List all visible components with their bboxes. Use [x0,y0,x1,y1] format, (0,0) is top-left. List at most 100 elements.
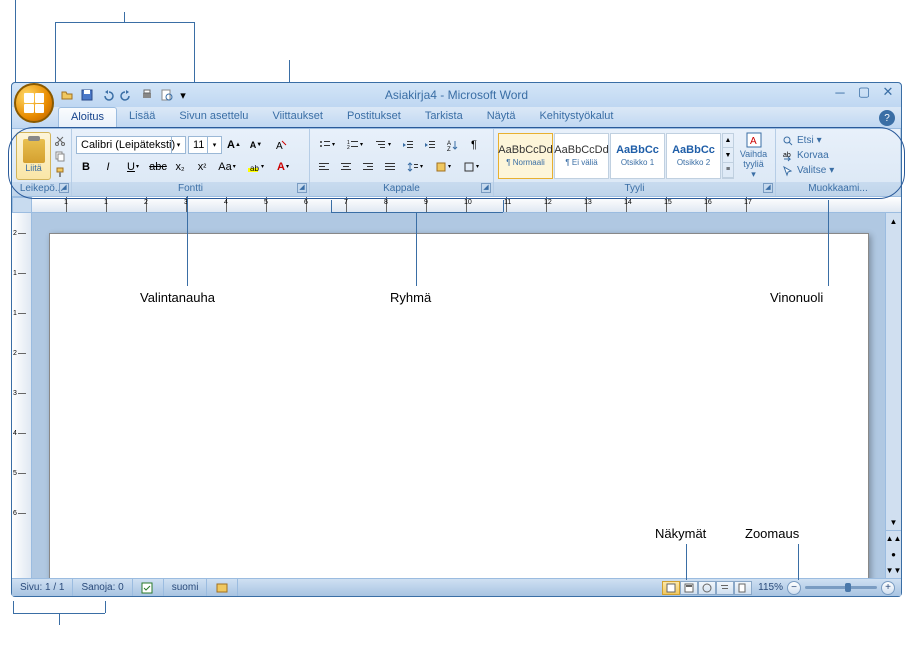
decrease-indent-button[interactable] [398,135,418,155]
paste-icon [23,139,45,163]
clipboard-launcher[interactable]: ◢ [59,183,69,193]
style-heading2[interactable]: AaBbCcOtsikko 2 [666,133,721,179]
print-icon[interactable] [138,86,156,104]
zoom-in-button[interactable]: + [881,581,895,595]
open-icon[interactable] [58,86,76,104]
multilevel-button[interactable]: ▾ [370,135,396,155]
vertical-ruler[interactable]: 21123456 [12,213,32,578]
scroll-up-button[interactable]: ▲ [886,213,901,229]
tab-developer[interactable]: Kehitystyökalut [527,107,625,128]
app-window: ▾ Asiakirja4 - Microsoft Word ─ ▢ ✕ Aloi… [11,82,902,597]
change-case-button[interactable]: Aa▾ [214,157,240,177]
cut-icon[interactable] [53,133,67,147]
save-icon[interactable] [78,86,96,104]
help-button[interactable]: ? [879,110,895,126]
document-area: 21123456 ▲ ▼ ▲▲ ● ▼▼ [12,213,901,578]
view-outline[interactable] [716,581,734,595]
tab-references[interactable]: Viittaukset [260,107,335,128]
find-button[interactable]: Etsi ▾ [780,134,836,148]
style-scroll-up[interactable]: ▲ [723,134,733,149]
font-label: Fontti◢ [72,182,309,196]
font-name-combo[interactable]: Calibri (Leipäteksti)▾ [76,136,186,154]
align-center-button[interactable] [336,157,356,177]
style-expand[interactable]: ≡ [723,163,733,178]
format-painter-icon[interactable] [53,165,67,179]
office-button[interactable] [14,83,54,123]
view-full-screen[interactable] [680,581,698,595]
superscript-button[interactable]: x² [192,157,212,177]
scroll-down-button[interactable]: ▼ [886,514,901,530]
ruler-corner[interactable] [12,197,32,213]
line-spacing-button[interactable]: ▾ [402,157,428,177]
replace-button[interactable]: abKorvaa [780,149,836,163]
maximize-button[interactable]: ▢ [855,85,873,99]
clear-formatting-icon[interactable]: A [268,135,294,155]
print-preview-icon[interactable] [158,86,176,104]
zoom-slider[interactable] [805,586,877,589]
sort-button[interactable]: AZ [442,135,462,155]
italic-button[interactable]: I [98,157,118,177]
view-print-layout[interactable] [662,581,680,595]
browse-object-button[interactable]: ● [886,547,901,563]
numbering-button[interactable]: 12▾ [342,135,368,155]
strikethrough-button[interactable]: abc [148,157,168,177]
status-language[interactable]: suomi [164,579,208,596]
editing-label: Muokkaami... [776,182,900,196]
justify-button[interactable] [380,157,400,177]
subscript-button[interactable]: x₂ [170,157,190,177]
tab-home[interactable]: Aloitus [58,107,117,128]
bold-button[interactable]: B [76,157,96,177]
style-no-spacing[interactable]: AaBbCcDd¶ Ei väliä [554,133,609,179]
tab-insert[interactable]: Lisää [117,107,167,128]
horizontal-ruler[interactable]: 11234567891011121314151617 [32,197,901,213]
align-left-button[interactable] [314,157,334,177]
bullets-button[interactable]: ▾ [314,135,340,155]
grow-font-icon[interactable]: A▲ [224,135,244,155]
change-styles-button[interactable]: A Vaihda tyyliä ▾ [736,132,771,180]
copy-icon[interactable] [53,149,67,163]
tab-mailings[interactable]: Postitukset [335,107,413,128]
ribbon-tabs: Aloitus Lisää Sivun asettelu Viittaukset… [12,107,901,129]
style-heading1[interactable]: AaBbCcOtsikko 1 [610,133,665,179]
scroll-track[interactable] [886,229,901,514]
callout-group: Ryhmä [390,290,431,305]
redo-icon[interactable] [118,86,136,104]
tab-review[interactable]: Tarkista [413,107,475,128]
underline-button[interactable]: U▾ [120,157,146,177]
styles-launcher[interactable]: ◢ [763,183,773,193]
zoom-percent[interactable]: 115% [758,582,783,593]
font-size-combo[interactable]: 11▾ [188,136,222,154]
prev-page-button[interactable]: ▲▲ [886,531,901,547]
close-button[interactable]: ✕ [879,85,897,99]
minimize-button[interactable]: ─ [831,85,849,99]
borders-button[interactable]: ▾ [458,157,484,177]
style-normal[interactable]: AaBbCcDd¶ Normaali [498,133,553,179]
show-marks-button[interactable]: ¶ [464,135,484,155]
shrink-font-icon[interactable]: A▼ [246,135,266,155]
paste-button[interactable]: Liitä [16,132,51,180]
tab-page-layout[interactable]: Sivun asettelu [167,107,260,128]
style-scroll-down[interactable]: ▼ [723,148,733,163]
next-page-button[interactable]: ▼▼ [886,562,901,578]
select-button[interactable]: Valitse ▾ [780,164,836,178]
view-draft[interactable] [734,581,752,595]
font-launcher[interactable]: ◢ [297,183,307,193]
highlight-button[interactable]: ab▾ [242,157,268,177]
align-right-button[interactable] [358,157,378,177]
increase-indent-button[interactable] [420,135,440,155]
view-web-layout[interactable] [698,581,716,595]
group-paragraph: ▾ 12▾ ▾ AZ ¶ ▾ [310,129,494,196]
font-color-button[interactable]: A▾ [270,157,296,177]
document-scroll[interactable] [32,213,885,578]
paragraph-launcher[interactable]: ◢ [481,183,491,193]
status-words[interactable]: Sanoja: 0 [73,579,132,596]
undo-icon[interactable] [98,86,116,104]
tab-view[interactable]: Näytä [475,107,528,128]
status-page[interactable]: Sivu: 1 / 1 [12,579,73,596]
shading-button[interactable]: ▾ [430,157,456,177]
status-macro[interactable] [207,579,238,596]
status-proof[interactable] [133,579,164,596]
qat-dropdown-icon[interactable]: ▾ [178,86,188,104]
group-font: Calibri (Leipäteksti)▾ 11▾ A▲ A▼ A B I U… [72,129,310,196]
zoom-out-button[interactable]: − [787,581,801,595]
